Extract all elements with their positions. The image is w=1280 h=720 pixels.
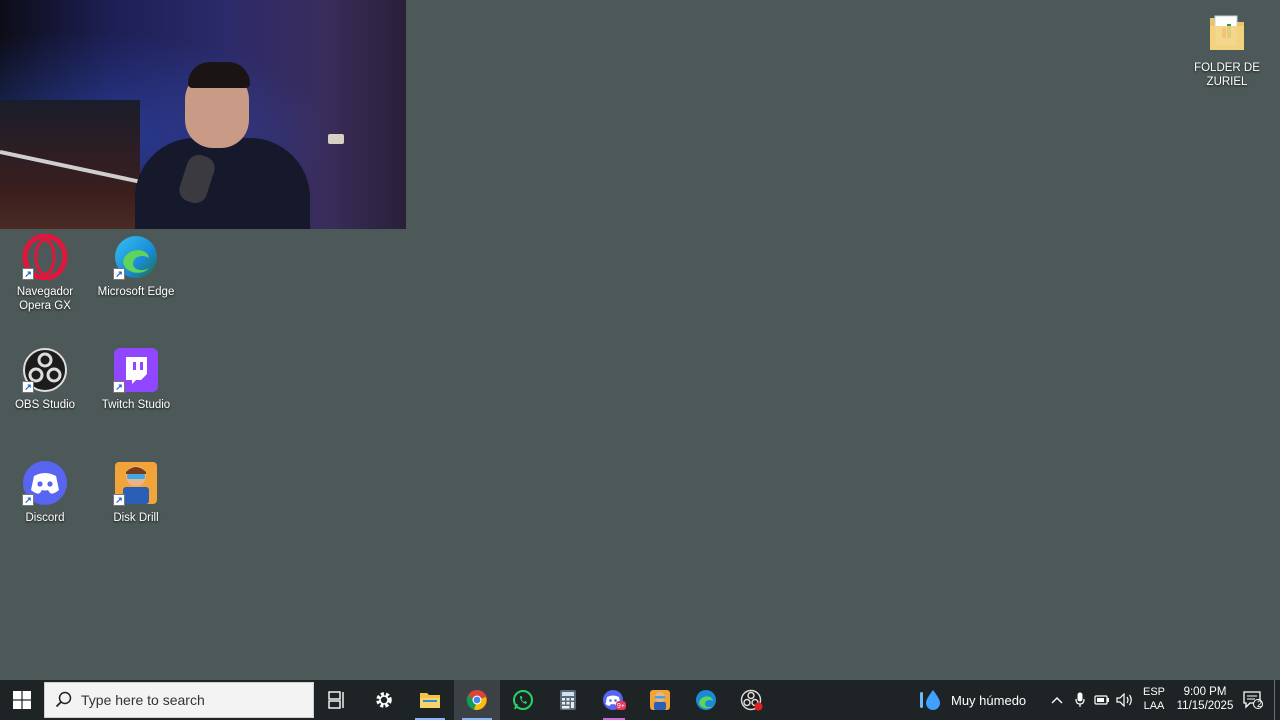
obs-icon: [740, 689, 763, 711]
clock-date: 11/15/2025: [1176, 700, 1234, 712]
taskbar-edge[interactable]: [683, 680, 729, 720]
show-hidden-icons-button[interactable]: [1046, 680, 1068, 720]
edge-icon: ↗: [113, 234, 159, 280]
start-button[interactable]: [0, 680, 44, 720]
clock-time: 9:00 PM: [1183, 686, 1227, 698]
notification-center-button[interactable]: 2: [1238, 680, 1268, 720]
desktop-icon-obs-studio[interactable]: ↗ OBS Studio: [0, 347, 90, 412]
desktop-icon-label: Discord: [25, 512, 65, 524]
disk-drill-icon: ↗: [113, 460, 159, 506]
shortcut-arrow-icon: ↗: [22, 494, 34, 506]
whatsapp-icon: [513, 690, 533, 710]
folder-icon: [1204, 10, 1250, 56]
gear-icon: [376, 692, 392, 708]
desktop-icon-discord[interactable]: ↗ Discord: [0, 460, 90, 525]
discord-icon: ↗: [22, 460, 68, 506]
desktop-icon-label: Microsoft Edge: [97, 286, 175, 298]
desktop-icon-label: Twitch Studio: [101, 399, 171, 411]
shortcut-arrow-icon: ↗: [22, 381, 34, 393]
search-icon: [55, 691, 72, 708]
disk-drill-icon: [650, 690, 670, 710]
show-desktop-button[interactable]: [1274, 680, 1275, 720]
notification-count: 2: [1257, 699, 1263, 709]
windows-logo-icon: [13, 691, 31, 709]
shortcut-arrow-icon: ↗: [113, 268, 125, 280]
twitch-icon: ↗: [113, 347, 159, 393]
clock[interactable]: 9:00 PM 11/15/2025: [1172, 680, 1238, 720]
shortcut-arrow-icon: ↗: [113, 494, 125, 506]
opera-gx-icon: ↗: [22, 233, 68, 281]
taskbar-disk-drill[interactable]: [637, 680, 683, 720]
desktop-icon-disk-drill[interactable]: ↗ Disk Drill: [91, 460, 181, 525]
language-indicator[interactable]: ESP LAA: [1136, 680, 1172, 720]
discord-icon: 9+: [603, 690, 626, 710]
microphone-icon: [1075, 692, 1085, 707]
volume-button[interactable]: [1114, 680, 1136, 720]
search-box[interactable]: Type here to search: [44, 682, 314, 718]
webcam-overlay: [0, 0, 406, 229]
taskbar-calculator[interactable]: [545, 680, 591, 720]
desktop-icon-label: Navegador Opera GX: [16, 286, 74, 312]
desktop-icon-label: OBS Studio: [14, 399, 76, 411]
desktop-icon-microsoft-edge[interactable]: ↗ Microsoft Edge: [91, 234, 181, 299]
taskbar-settings[interactable]: [361, 680, 407, 720]
taskbar-discord[interactable]: 9+: [591, 680, 637, 720]
shortcut-arrow-icon: ↗: [22, 268, 34, 280]
search-placeholder: Type here to search: [81, 692, 205, 708]
taskbar: Type here to search 9+ Muy húmedo ESP LA…: [0, 680, 1280, 720]
shortcut-arrow-icon: ↗: [113, 381, 125, 393]
network-button[interactable]: [1091, 680, 1113, 720]
folder-icon: [420, 693, 440, 708]
taskbar-chrome[interactable]: [454, 680, 500, 720]
taskbar-obs[interactable]: [729, 680, 775, 720]
keyboard-layout: LAA: [1143, 700, 1165, 712]
network-icon: [1094, 695, 1109, 705]
water-drop-icon: [920, 690, 940, 710]
chevron-up-icon: [1051, 697, 1063, 704]
desktop-icon-twitch-studio[interactable]: ↗ Twitch Studio: [91, 347, 181, 412]
weather-widget[interactable]: Muy húmedo: [918, 680, 1026, 720]
speaker-icon: [1116, 693, 1132, 707]
desktop-icon-opera-gx[interactable]: ↗ Navegador Opera GX: [0, 233, 90, 313]
language-code: ESP: [1142, 686, 1165, 698]
microphone-button[interactable]: [1069, 680, 1091, 720]
taskbar-whatsapp[interactable]: [500, 680, 546, 720]
desktop-icon-label: FOLDER DE ZURIEL: [1194, 62, 1260, 88]
desktop-icon-label: Disk Drill: [113, 512, 159, 524]
obs-icon: ↗: [22, 347, 68, 393]
task-view-icon: [328, 691, 344, 709]
weather-text: Muy húmedo: [951, 692, 1027, 708]
desktop-icon-folder-de-zuriel[interactable]: FOLDER DE ZURIEL: [1182, 10, 1272, 89]
calculator-icon: [560, 690, 576, 710]
svg-text:9+: 9+: [617, 703, 625, 710]
chrome-icon: [466, 690, 487, 710]
taskbar-file-explorer[interactable]: [407, 680, 453, 720]
edge-icon: [696, 690, 716, 710]
task-view-button[interactable]: [314, 680, 360, 720]
